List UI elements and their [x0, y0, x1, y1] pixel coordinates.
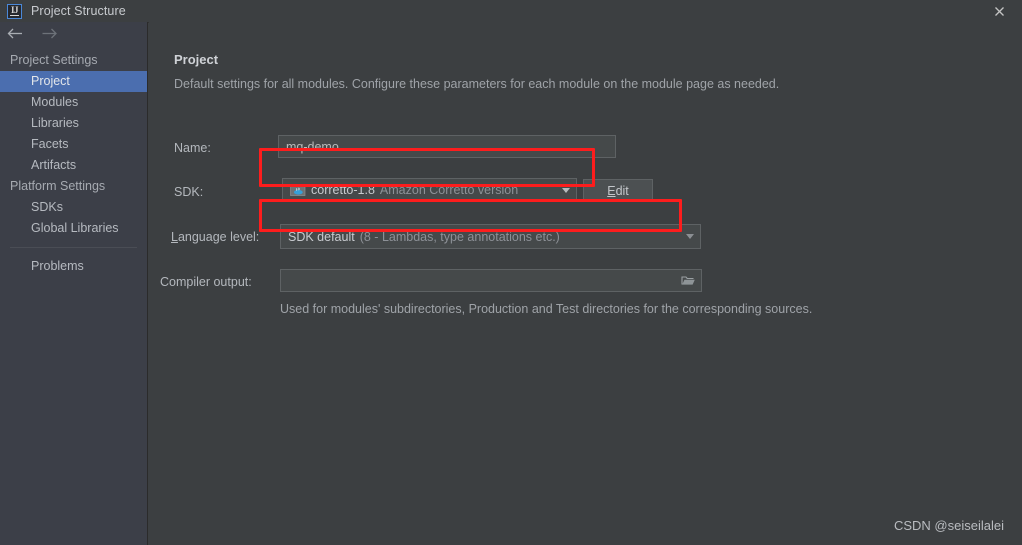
- project-name-value: mq-demo: [286, 139, 339, 154]
- sdk-value-primary: corretto-1.8: [311, 183, 375, 197]
- project-name-input[interactable]: mq-demo: [278, 135, 616, 158]
- arrow-left-icon[interactable]: [7, 27, 26, 45]
- compiler-output-input[interactable]: [280, 269, 702, 292]
- sidebar-item-global-libraries[interactable]: Global Libraries: [0, 218, 147, 239]
- language-level-value-secondary: (8 - Lambdas, type annotations etc.): [359, 229, 560, 244]
- sidebar-item-libraries[interactable]: Libraries: [0, 113, 147, 134]
- window-title: Project Structure: [31, 4, 126, 18]
- sdk-combobox[interactable]: corretto-1.8 Amazon Corretto version: [282, 178, 577, 202]
- sidebar-item-facets[interactable]: Facets: [0, 134, 147, 155]
- sidebar-group-project-settings: Project Settings: [10, 53, 98, 67]
- sidebar-item-project[interactable]: Project: [0, 71, 147, 92]
- compiler-output-label: Compiler output:: [160, 275, 252, 289]
- chevron-down-icon[interactable]: [556, 179, 576, 201]
- sidebar: Project Settings Project Modules Librari…: [0, 22, 148, 545]
- name-label: Name:: [174, 141, 211, 155]
- close-icon[interactable]: [977, 0, 1022, 22]
- sidebar-group-platform-settings: Platform Settings: [10, 179, 106, 193]
- page-title: Project: [174, 52, 219, 67]
- java-sdk-icon: [290, 183, 306, 197]
- language-level-combobox[interactable]: SDK default (8 - Lambdas, type annotatio…: [280, 224, 701, 249]
- sidebar-item-problems[interactable]: Problems: [0, 256, 147, 277]
- sidebar-item-modules[interactable]: Modules: [0, 92, 147, 113]
- main-panel: Project Default settings for all modules…: [149, 22, 1022, 545]
- sdk-label: SDK:: [174, 185, 204, 199]
- folder-icon[interactable]: [676, 271, 700, 290]
- language-level-label: Language level:: [171, 230, 259, 244]
- page-description: Default settings for all modules. Config…: [174, 77, 780, 91]
- watermark: CSDN @seiseilalei: [893, 518, 1004, 533]
- edit-button-rest: dit: [615, 183, 629, 198]
- navigation-bar: [0, 22, 147, 50]
- edit-sdk-button[interactable]: Edit: [583, 179, 653, 202]
- project-structure-dialog: IJ Project Structure Project Settings Pr…: [0, 0, 1022, 545]
- language-level-label-rest: anguage level:: [177, 230, 260, 244]
- intellij-idea-icon: IJ: [7, 3, 22, 19]
- language-level-label-mnemonic: L: [171, 230, 178, 244]
- sidebar-item-sdks[interactable]: SDKs: [0, 197, 147, 218]
- language-level-value-primary: SDK default: [288, 229, 355, 244]
- title-bar: IJ Project Structure: [0, 0, 1022, 23]
- compiler-output-hint: Used for modules' subdirectories, Produc…: [280, 302, 813, 316]
- sdk-value-secondary: Amazon Corretto version: [379, 183, 519, 197]
- sidebar-item-artifacts[interactable]: Artifacts: [0, 155, 147, 176]
- chevron-down-icon-language-level[interactable]: [680, 225, 700, 248]
- edit-button-mnemonic: E: [607, 183, 616, 198]
- arrow-right-icon: [39, 27, 58, 45]
- sidebar-divider: [10, 247, 137, 248]
